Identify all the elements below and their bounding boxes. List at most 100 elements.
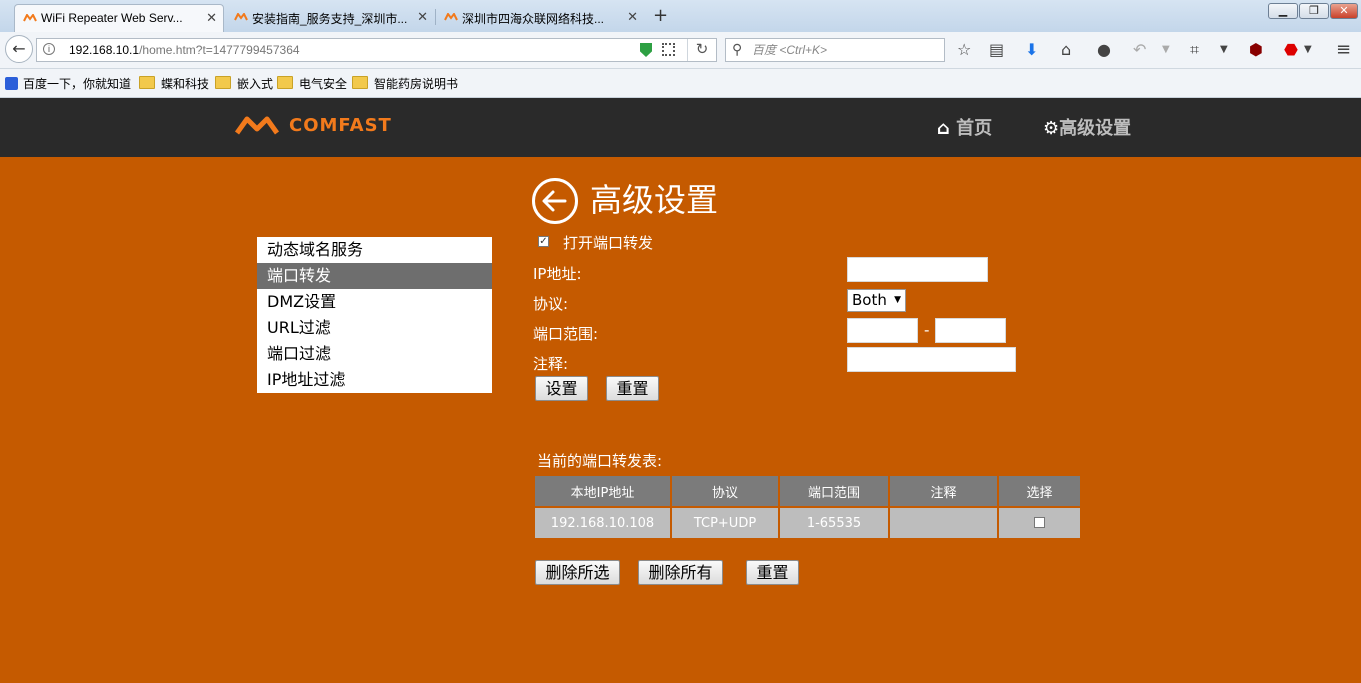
protocol-selected-value: Both — [852, 291, 887, 309]
column-header-protocol: 协议 — [672, 476, 778, 506]
comfast-favicon-icon — [444, 13, 458, 21]
tab-close-icon[interactable]: ✕ — [206, 10, 217, 26]
folder-icon — [215, 76, 231, 89]
sidebar-item-ip-filter[interactable]: IP地址过滤 — [257, 367, 492, 393]
cell-port-range: 1-65535 — [780, 508, 888, 538]
folder-icon — [277, 76, 293, 89]
bookmark-folder[interactable]: 蝶和科技 — [139, 75, 209, 92]
nav-advanced-settings[interactable]: ⚙高级设置 — [1043, 114, 1131, 140]
port-forwarding-table: 本地IP地址 协议 端口范围 注释 选择 192.168.10.108 TCP+… — [533, 474, 1082, 540]
reading-list-icon[interactable]: ▤ — [989, 40, 1004, 60]
tab-title: 深圳市四海众联网络科技... — [462, 12, 605, 26]
protocol-label: 协议: — [533, 295, 569, 313]
new-tab-icon[interactable]: + — [653, 5, 668, 26]
browser-nav-bar: ← i 192.168.10.1/home.htm?t=147779945736… — [0, 32, 1361, 69]
cell-select — [999, 508, 1080, 538]
column-header-port-range: 端口范围 — [780, 476, 888, 506]
forwarding-table-title: 当前的端口转发表: — [537, 452, 663, 470]
settings-sidebar: 动态域名服务 端口转发 DMZ设置 URL过滤 端口过滤 IP地址过滤 — [257, 237, 492, 393]
port-range-start-input[interactable] — [847, 318, 918, 343]
ip-address-input[interactable] — [847, 257, 988, 282]
sidebar-item-dmz[interactable]: DMZ设置 — [257, 289, 492, 315]
chevron-down-icon[interactable]: ▼ — [1220, 40, 1228, 60]
reload-icon[interactable]: ↻ — [687, 39, 716, 61]
row-select-checkbox[interactable] — [1034, 516, 1045, 528]
address-bar[interactable]: i 192.168.10.1/home.htm?t=1477799457364 … — [36, 38, 717, 62]
cell-comment — [890, 508, 997, 538]
nav-home[interactable]: ⌂ 首页 — [937, 114, 992, 140]
delete-selected-button[interactable]: 删除所选 — [535, 560, 620, 585]
set-button[interactable]: 设置 — [535, 376, 588, 401]
info-icon[interactable]: i — [43, 43, 55, 55]
bookmark-star-icon[interactable]: ☆ — [957, 40, 971, 60]
sidebar-item-url-filter[interactable]: URL过滤 — [257, 315, 492, 341]
browser-tab[interactable]: WiFi Repeater Web Serv... ✕ — [14, 4, 224, 32]
bookmarks-bar: 百度一下，你就知道 蝶和科技 嵌入式 电气安全 智能药房说明书 — [0, 69, 1361, 98]
logo-text: COMFAST — [289, 115, 392, 136]
folder-icon — [352, 76, 368, 89]
table-header-row: 本地IP地址 协议 端口范围 注释 选择 — [535, 476, 1080, 506]
bookmark-folder[interactable]: 嵌入式 — [215, 75, 273, 92]
column-header-local-ip: 本地IP地址 — [535, 476, 670, 506]
reset-form-button[interactable]: 重置 — [606, 376, 659, 401]
crop-icon[interactable]: ⌗ — [1190, 40, 1199, 60]
chat-icon[interactable]: ● — [1097, 40, 1111, 60]
search-input[interactable]: ⚲ 百度 <Ctrl+K> — [725, 38, 945, 62]
tab-close-icon[interactable]: ✕ — [417, 9, 428, 25]
enable-port-forwarding-checkbox[interactable]: ✓ — [538, 236, 549, 247]
column-header-select: 选择 — [999, 476, 1080, 506]
url-text: 192.168.10.1/home.htm?t=1477799457364 — [69, 43, 300, 57]
port-range-end-input[interactable] — [935, 318, 1006, 343]
chevron-down-icon[interactable]: ▼ — [1304, 40, 1312, 60]
site-header: COMFAST ⌂ 首页 ⚙高级设置 — [0, 98, 1361, 157]
back-arrow-icon[interactable]: ← — [5, 35, 33, 63]
comfast-favicon-icon — [23, 14, 37, 22]
undo-icon[interactable]: ↶ — [1133, 40, 1146, 60]
port-range-label: 端口范围: — [533, 325, 599, 343]
close-window-icon[interactable]: ✕ — [1330, 3, 1358, 19]
protocol-select[interactable]: Both ▼ — [847, 289, 906, 312]
delete-all-button[interactable]: 删除所有 — [638, 560, 723, 585]
tab-close-icon[interactable]: ✕ — [627, 9, 638, 25]
home-icon: ⌂ — [937, 118, 950, 139]
tab-title: WiFi Repeater Web Serv... — [41, 11, 183, 25]
column-header-comment: 注释 — [890, 476, 997, 506]
ublock-icon[interactable]: ⬢ — [1249, 40, 1263, 60]
home-icon[interactable]: ⌂ — [1061, 40, 1071, 60]
bookmark-item[interactable]: 百度一下，你就知道 — [5, 75, 131, 92]
cell-protocol: TCP+UDP — [672, 508, 778, 538]
page-title: 高级设置 — [590, 181, 719, 219]
bookmark-folder[interactable]: 电气安全 — [277, 75, 347, 92]
chevron-down-icon[interactable]: ▼ — [1162, 40, 1170, 60]
table-row: 192.168.10.108 TCP+UDP 1-65535 — [535, 508, 1080, 538]
bookmark-folder[interactable]: 智能药房说明书 — [352, 75, 458, 92]
folder-icon — [139, 76, 155, 89]
search-placeholder: 百度 <Ctrl+K> — [752, 43, 828, 57]
adblock-icon[interactable]: ⬣ — [1284, 40, 1298, 60]
back-button[interactable] — [532, 178, 578, 224]
sidebar-item-port-filter[interactable]: 端口过滤 — [257, 341, 492, 367]
sidebar-item-ddns[interactable]: 动态域名服务 — [257, 237, 492, 263]
comment-input[interactable] — [847, 347, 1016, 372]
comfast-logo-icon — [234, 116, 280, 135]
comfast-logo[interactable]: COMFAST — [233, 115, 391, 141]
reset-table-button[interactable]: 重置 — [746, 560, 799, 585]
sidebar-item-port-forwarding[interactable]: 端口转发 — [257, 263, 492, 289]
back-arrow-icon — [542, 190, 567, 212]
browser-tab[interactable]: 深圳市四海众联网络科技... ✕ — [436, 4, 644, 32]
tab-title: 安装指南_服务支持_深圳市... — [252, 12, 408, 26]
comment-label: 注释: — [533, 355, 569, 373]
browser-tab[interactable]: 安装指南_服务支持_深圳市... ✕ — [226, 4, 434, 32]
port-range-separator: - — [924, 321, 930, 339]
ip-address-label: IP地址: — [533, 265, 582, 283]
search-icon: ⚲ — [732, 41, 743, 57]
shield-icon[interactable] — [640, 43, 652, 57]
menu-icon[interactable]: ≡ — [1336, 40, 1351, 60]
baidu-icon — [5, 77, 18, 90]
cell-local-ip: 192.168.10.108 — [535, 508, 670, 538]
qr-code-icon[interactable] — [662, 43, 675, 56]
download-icon[interactable]: ⬇ — [1025, 40, 1038, 60]
browser-tab-bar: WiFi Repeater Web Serv... ✕ 安装指南_服务支持_深圳… — [0, 0, 1361, 32]
maximize-icon[interactable]: ❐ — [1299, 3, 1329, 19]
minimize-icon[interactable]: ▁ — [1268, 3, 1298, 19]
